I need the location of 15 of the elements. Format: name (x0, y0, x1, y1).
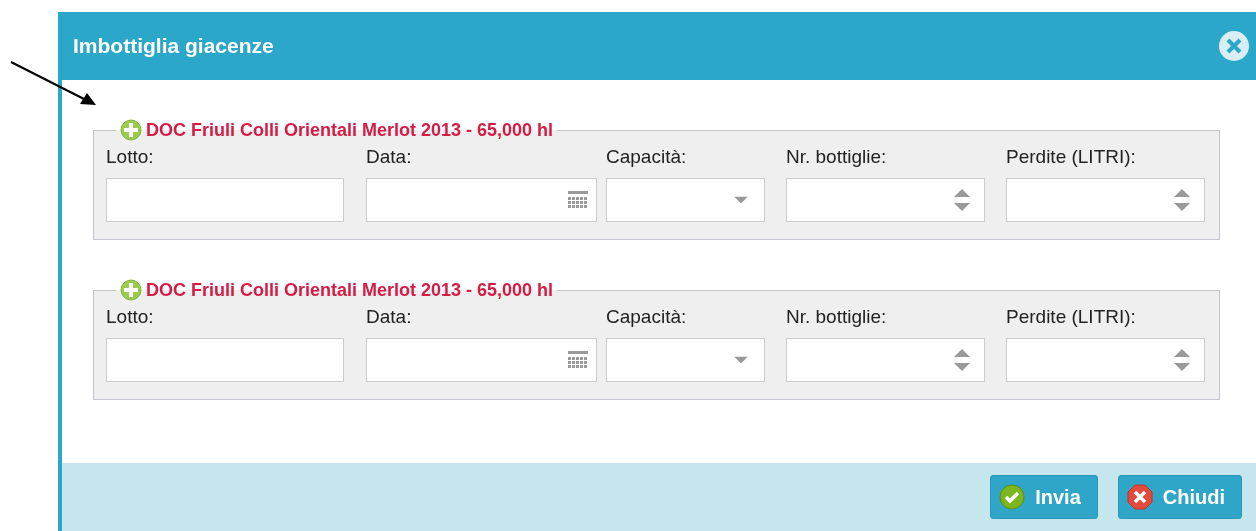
field-label: Capacità: (606, 306, 688, 329)
field-label: Perdite (LITRI): (1006, 146, 1137, 169)
group-title: DOC Friuli Colli Orientali Merlot 2013 - 65,000 hl (146, 119, 554, 141)
field-label: Lotto: (106, 146, 155, 169)
field-label: Capacità: (606, 146, 688, 169)
field-label: Data: (366, 146, 413, 169)
group-title: DOC Friuli Colli Orientali Merlot 2013 - 65,000 hl (146, 279, 554, 301)
window-title: Imbottiglia giacenze (73, 34, 274, 58)
field-label: Perdite (LITRI): (1006, 306, 1137, 329)
send-button[interactable]: Invia (990, 475, 1098, 519)
field-label: Nr. bottiglie: (786, 146, 888, 169)
field-label: Nr. bottiglie: (786, 306, 888, 329)
close-button[interactable]: Chiudi (1117, 475, 1242, 519)
field-label: Data: (366, 306, 413, 329)
field-label: Lotto: (106, 306, 155, 329)
